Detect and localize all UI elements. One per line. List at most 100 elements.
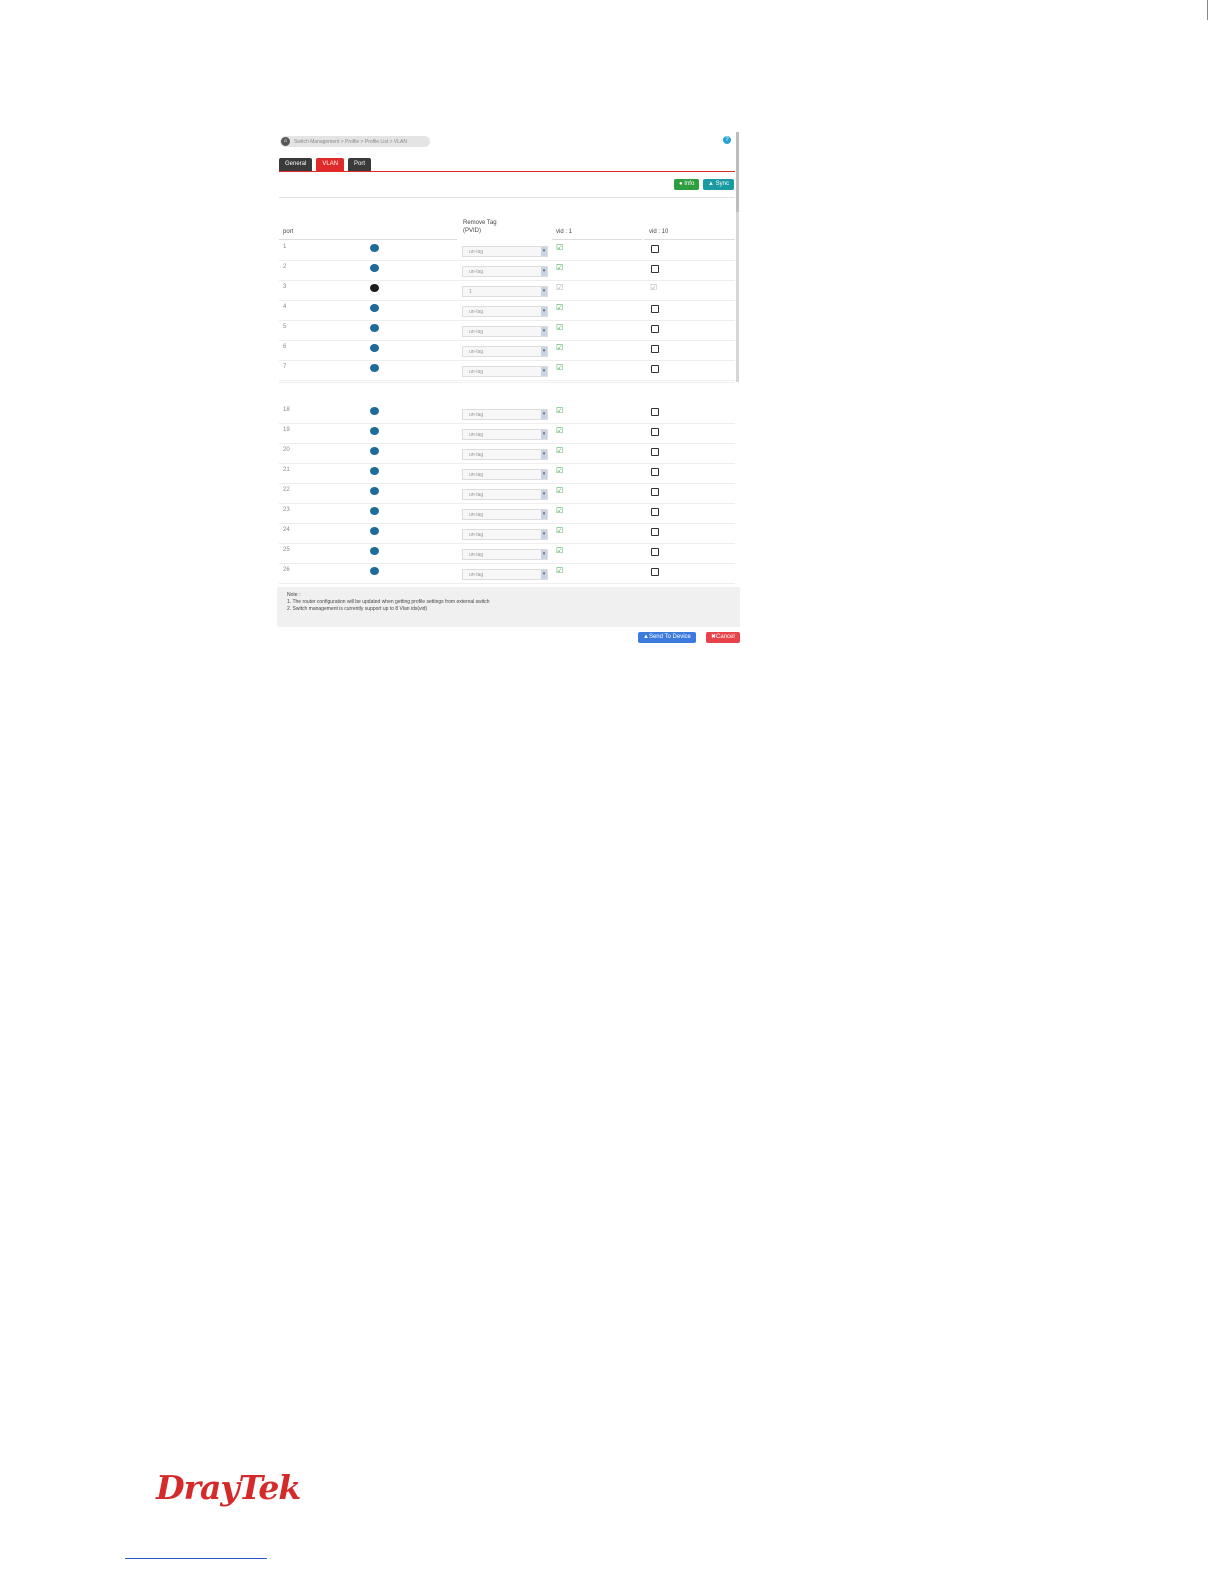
port-status-icon — [370, 304, 379, 312]
chevron-down-icon: ▾ — [541, 347, 547, 356]
port-number: 6 — [283, 344, 287, 350]
chevron-down-icon: ▾ — [541, 550, 547, 559]
col-header-pvid-label: (PVID) — [463, 228, 481, 234]
table-row: 20 un-tag ▾ ☑ — [279, 443, 735, 464]
pvid-select[interactable]: un-tag ▾ — [462, 469, 548, 480]
note-line-1: 1. The router configuration will be upda… — [287, 599, 490, 605]
port-status-icon — [370, 447, 379, 455]
port-status-icon — [370, 407, 379, 415]
port-number: 1 — [283, 244, 287, 250]
sync-button[interactable]: ▲ Sync — [703, 179, 734, 190]
pvid-select[interactable]: un-tag ▾ — [462, 346, 548, 357]
vid10-checkbox[interactable] — [651, 448, 659, 456]
vid1-checkbox[interactable]: ☑ — [556, 427, 563, 435]
port-number: 4 — [283, 304, 287, 310]
scrollbar-thumb[interactable] — [736, 132, 739, 212]
tab-general[interactable]: General — [279, 158, 313, 171]
vid1-checkbox[interactable]: ☑ — [556, 244, 563, 252]
vid10-checkbox[interactable] — [651, 325, 659, 333]
chevron-down-icon: ▾ — [541, 450, 547, 459]
vid1-checkbox[interactable]: ☑ — [556, 487, 563, 495]
col-header-vid10: vid : 10 — [649, 229, 669, 235]
port-number: 25 — [283, 547, 290, 553]
pvid-select[interactable]: un-tag ▾ — [462, 246, 548, 257]
port-number: 18 — [283, 407, 290, 413]
table-row: 6 un-tag ▾ ☑ — [279, 340, 735, 361]
pvid-select-value: un-tag — [469, 349, 484, 355]
port-status-icon — [370, 527, 379, 535]
table-row: 5 un-tag ▾ ☑ — [279, 320, 735, 341]
port-number: 5 — [283, 324, 287, 330]
vid10-checkbox[interactable] — [651, 265, 659, 273]
pvid-select[interactable]: un-tag ▾ — [462, 266, 548, 277]
port-status-icon — [370, 264, 379, 272]
chevron-down-icon: ▾ — [541, 410, 547, 419]
vid10-checkbox[interactable] — [651, 345, 659, 353]
vid10-checkbox[interactable] — [651, 305, 659, 313]
pvid-select[interactable]: un-tag ▾ — [462, 449, 548, 460]
vid1-checkbox[interactable]: ☑ — [556, 364, 563, 372]
info-button[interactable]: ● Info — [674, 179, 700, 190]
pvid-select[interactable]: un-tag ▾ — [462, 366, 548, 377]
tab-port[interactable]: Port — [348, 158, 372, 171]
vid10-checkbox[interactable] — [651, 548, 659, 556]
send-to-device-button[interactable]: ▲Send To Device — [638, 632, 696, 643]
chevron-down-icon: ▾ — [541, 367, 547, 376]
pvid-select[interactable]: un-tag ▾ — [462, 549, 548, 560]
vid10-checkbox[interactable] — [651, 428, 659, 436]
vid1-checkbox[interactable]: ☑ — [556, 467, 563, 475]
note-box: Note : 1. The router configuration will … — [277, 587, 740, 627]
vid10-checkbox[interactable] — [651, 508, 659, 516]
col-header-remove-tag-label: Remove Tag — [463, 220, 497, 226]
port-number: 23 — [283, 507, 290, 513]
chevron-down-icon: ▾ — [541, 267, 547, 276]
col-header-port: port — [283, 229, 294, 235]
pvid-select-value: un-tag — [469, 572, 484, 578]
vid10-checkbox[interactable] — [651, 468, 659, 476]
scrollbar[interactable] — [736, 132, 739, 382]
user-icon: ▲ — [708, 181, 714, 187]
home-icon[interactable]: ⌂ — [281, 137, 290, 146]
pvid-select[interactable]: un-tag ▾ — [462, 489, 548, 500]
vid10-checkbox[interactable] — [651, 488, 659, 496]
chevron-down-icon: ▾ — [541, 510, 547, 519]
vid1-checkbox[interactable]: ☑ — [556, 547, 563, 555]
port-status-icon — [370, 567, 379, 575]
port-number: 26 — [283, 567, 290, 573]
vid10-checkbox[interactable] — [651, 365, 659, 373]
vid1-checkbox[interactable]: ☑ — [556, 407, 563, 415]
pvid-select[interactable]: un-tag ▾ — [462, 306, 548, 317]
port-status-icon — [370, 344, 379, 352]
vid1-checkbox[interactable]: ☑ — [556, 324, 563, 332]
pvid-select[interactable]: un-tag ▾ — [462, 429, 548, 440]
pvid-select-value: un-tag — [469, 369, 484, 375]
port-status-icon — [370, 244, 379, 252]
info-icon: ● — [679, 181, 683, 187]
pvid-select[interactable]: un-tag ▾ — [462, 569, 548, 580]
table-row: 1 un-tag ▾ ☑ — [279, 240, 735, 261]
vid1-checkbox[interactable]: ☑ — [556, 507, 563, 515]
cancel-button-label: Cancel — [716, 634, 735, 640]
pvid-select[interactable]: un-tag ▾ — [462, 409, 548, 420]
vid10-checkbox: ☑ — [650, 283, 658, 292]
vid1-checkbox[interactable]: ☑ — [556, 264, 563, 272]
pvid-select[interactable]: un-tag ▾ — [462, 326, 548, 337]
vid10-checkbox[interactable] — [651, 528, 659, 536]
pvid-select[interactable]: 1 ▾ — [462, 286, 548, 297]
pvid-select[interactable]: un-tag ▾ — [462, 529, 548, 540]
vid1-checkbox[interactable]: ☑ — [556, 344, 563, 352]
help-icon[interactable]: ? — [723, 136, 731, 144]
tab-vlan[interactable]: VLAN — [316, 158, 345, 171]
port-status-icon — [370, 547, 379, 555]
pvid-select[interactable]: un-tag ▾ — [462, 509, 548, 520]
vid10-checkbox[interactable] — [651, 568, 659, 576]
sync-button-label: Sync — [715, 181, 729, 187]
vid1-checkbox[interactable]: ☑ — [556, 304, 563, 312]
vid10-checkbox[interactable] — [651, 245, 659, 253]
vid10-checkbox[interactable] — [651, 408, 659, 416]
vid1-checkbox[interactable]: ☑ — [556, 527, 563, 535]
cancel-button[interactable]: ✖Cancel — [706, 632, 740, 643]
vid1-checkbox[interactable]: ☑ — [556, 447, 563, 455]
vid1-checkbox[interactable]: ☑ — [556, 567, 563, 575]
pvid-select-value: un-tag — [469, 329, 484, 335]
